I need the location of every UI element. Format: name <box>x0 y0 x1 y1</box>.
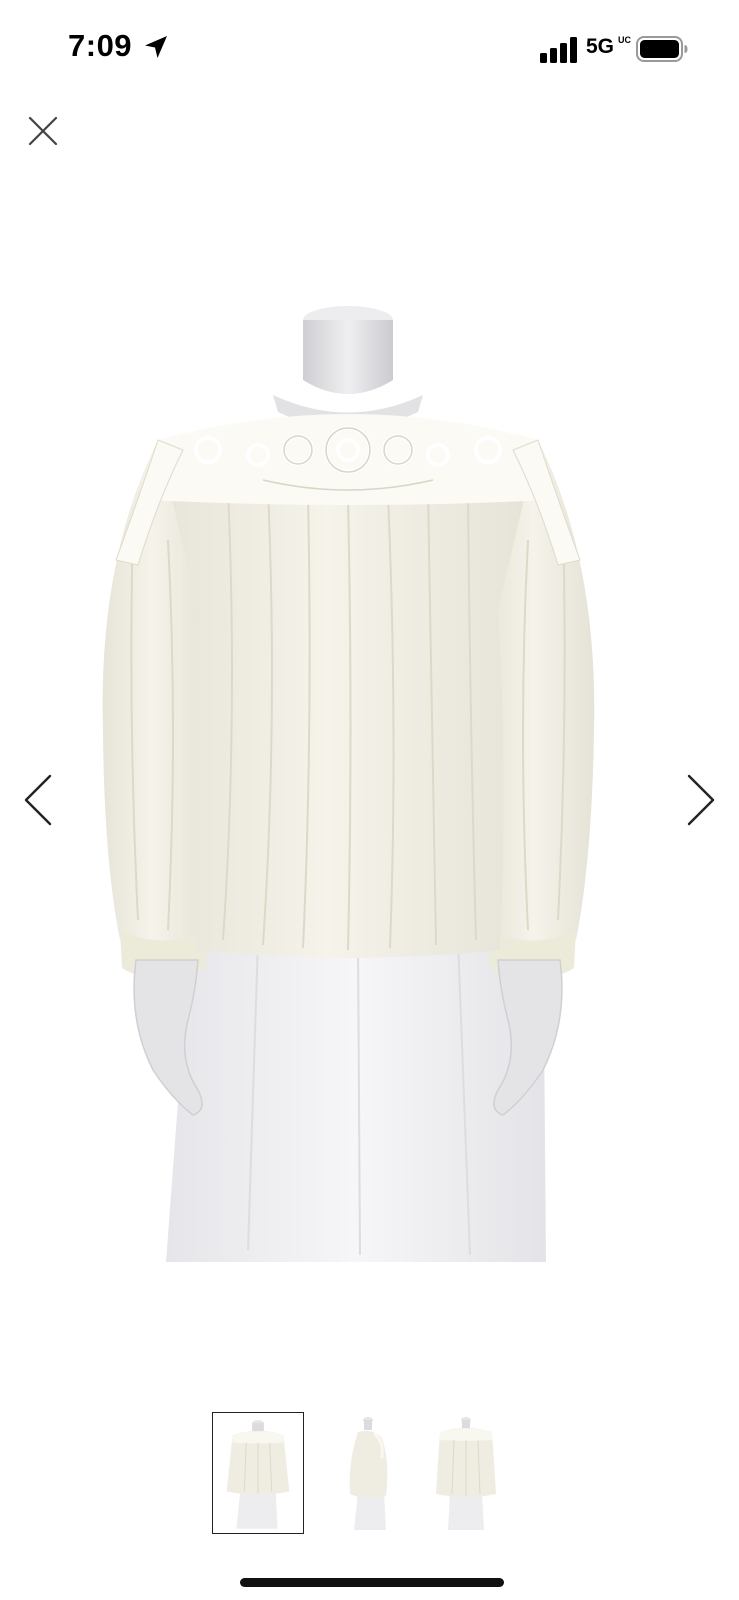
network-type: 5G <box>586 35 615 58</box>
close-icon[interactable] <box>26 114 60 148</box>
thumbnail-front[interactable] <box>212 1412 304 1534</box>
battery-icon <box>636 36 688 62</box>
cellular-signal-icon <box>540 37 577 63</box>
product-image <box>102 306 595 1262</box>
location-arrow-icon <box>145 36 167 58</box>
network-badge: UC <box>618 35 631 45</box>
home-indicator[interactable] <box>240 1578 504 1587</box>
chevron-left-icon[interactable] <box>22 772 56 828</box>
thumbnail-back[interactable] <box>420 1412 512 1534</box>
status-bar: 7:09 5G UC <box>0 0 739 100</box>
chevron-right-icon[interactable] <box>683 772 717 828</box>
status-time: 7:09 <box>68 28 133 63</box>
thumbnail-side[interactable] <box>328 1412 420 1534</box>
thumbnail-strip <box>0 1412 739 1538</box>
